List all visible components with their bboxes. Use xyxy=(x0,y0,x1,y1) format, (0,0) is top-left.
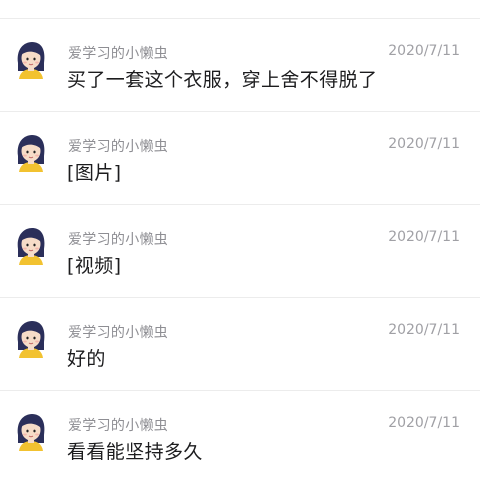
timestamp: 2020/7/11 xyxy=(388,136,460,152)
comment-item[interactable]: 爱学习的小懒虫 2020/7/11 看看能坚持多久 xyxy=(0,391,480,484)
timestamp: 2020/7/11 xyxy=(388,43,460,59)
comment-item[interactable]: 爱学习的小懒虫 2020/7/11 [图片] xyxy=(0,112,480,205)
sender-name[interactable]: 爱学习的小懒虫 xyxy=(68,43,168,63)
comment-text: 看看能坚持多久 xyxy=(67,441,203,463)
comment-item[interactable]: 爱学习的小懒虫 2020/7/11 好的 xyxy=(0,298,480,391)
comment-item[interactable]: 爱学习的小懒虫 2020/7/11 买了一套这个衣服，穿上舍不得脱了 xyxy=(0,19,480,112)
comment-text: 好的 xyxy=(67,348,106,370)
comment-text[interactable]: [图片] xyxy=(67,158,121,185)
timestamp: 2020/7/11 xyxy=(388,415,460,431)
comment-item[interactable]: 爱学习的小懒虫 2020/7/11 [视频] xyxy=(0,205,480,298)
girl-avatar-icon[interactable] xyxy=(14,227,48,265)
comment-text: 买了一套这个衣服，穿上舍不得脱了 xyxy=(67,69,378,91)
timestamp: 2020/7/11 xyxy=(388,229,460,245)
girl-avatar-icon[interactable] xyxy=(14,320,48,358)
sender-name[interactable]: 爱学习的小懒虫 xyxy=(68,136,168,156)
sender-name[interactable]: 爱学习的小懒虫 xyxy=(68,415,168,435)
comment-list: 爱学习的小懒虫 2020/7/11 买了一套这个衣服，穿上舍不得脱了 爱学习的小… xyxy=(0,0,480,480)
comment-text[interactable]: [视频] xyxy=(67,251,121,278)
sender-name[interactable]: 爱学习的小懒虫 xyxy=(68,229,168,249)
girl-avatar-icon[interactable] xyxy=(14,413,48,451)
girl-avatar-icon[interactable] xyxy=(14,41,48,79)
timestamp: 2020/7/11 xyxy=(388,322,460,338)
sender-name[interactable]: 爱学习的小懒虫 xyxy=(68,322,168,342)
girl-avatar-icon[interactable] xyxy=(14,134,48,172)
